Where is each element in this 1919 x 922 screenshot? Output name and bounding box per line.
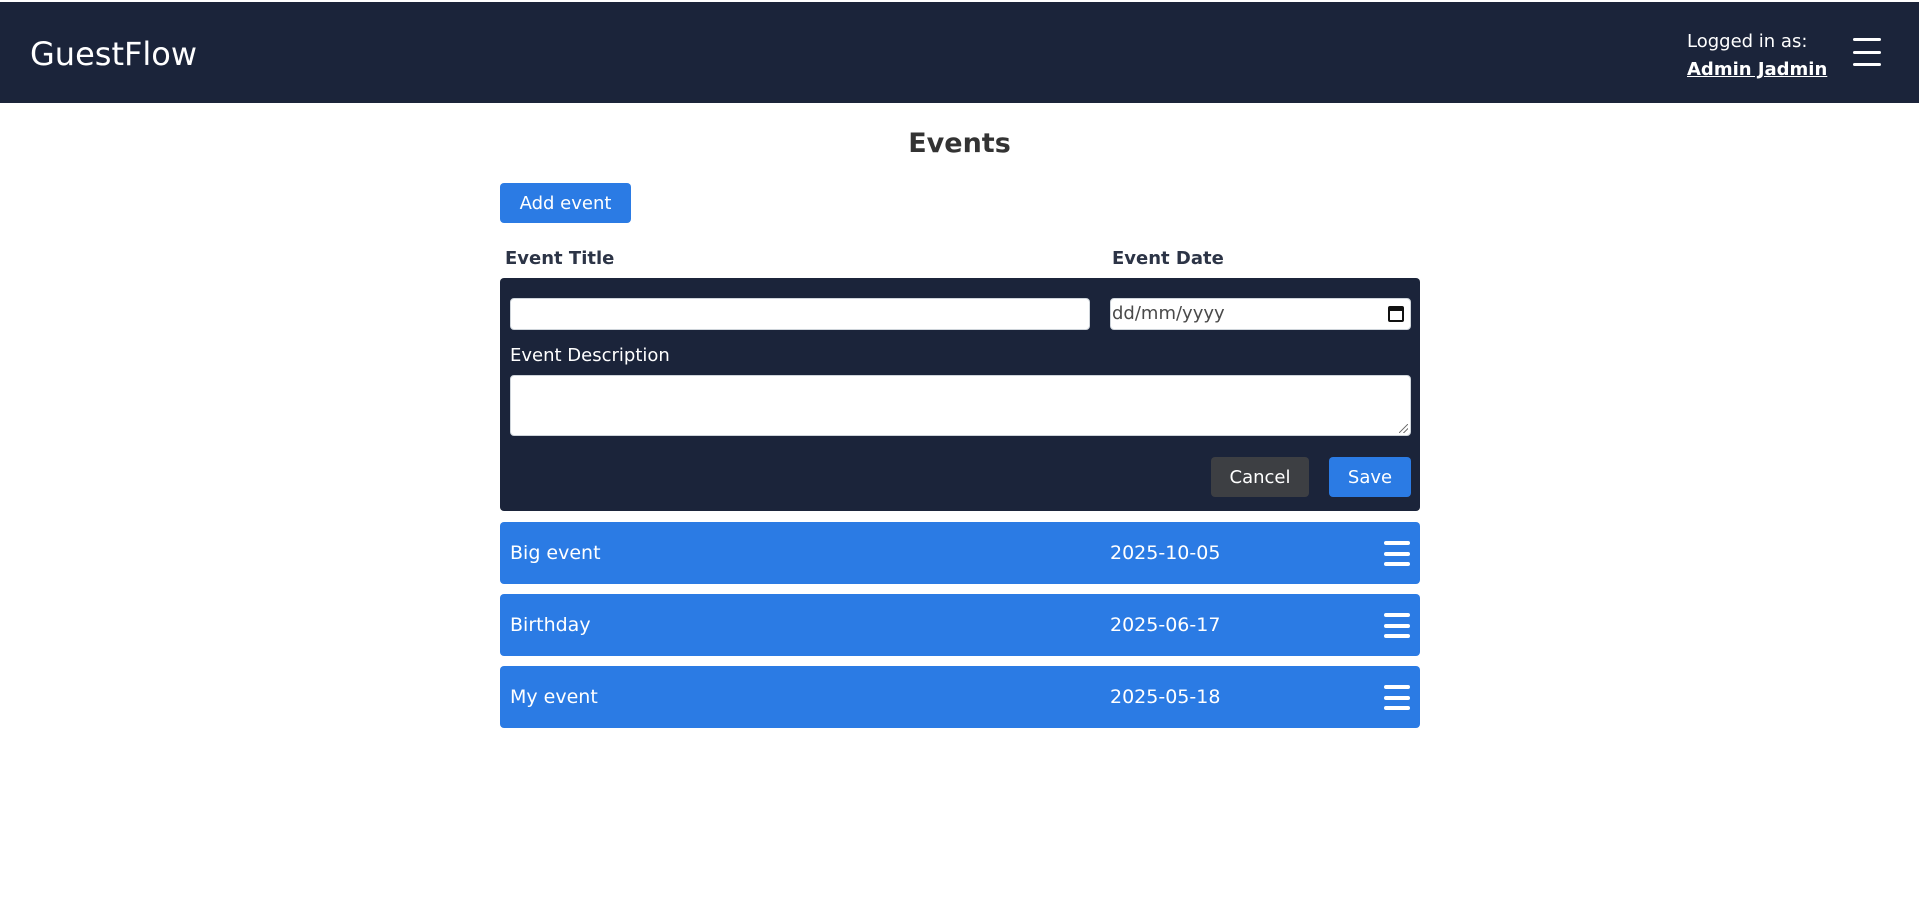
calendar-icon[interactable] [1388,306,1404,322]
top-navbar: GuestFlow Logged in as: Admin Jadmin [0,2,1919,103]
event-title: My event [510,686,598,708]
event-date-input[interactable]: dd/mm/yyyy [1110,298,1411,330]
cancel-button[interactable]: Cancel [1211,457,1309,497]
event-row[interactable]: Big event 2025-10-05 [500,522,1420,584]
hamburger-menu-icon[interactable] [1384,613,1410,638]
event-title: Big event [510,542,601,564]
add-event-button[interactable]: Add event [500,183,631,223]
hamburger-menu-icon[interactable] [1853,38,1881,66]
event-date-label: Event Date [1112,248,1224,269]
user-info: Logged in as: Admin Jadmin [1687,28,1827,84]
app-brand[interactable]: GuestFlow [30,34,197,74]
event-form: dd/mm/yyyy Event Description Cancel Save [500,278,1420,511]
event-description-label: Event Description [510,345,670,366]
event-row[interactable]: Birthday 2025-06-17 [500,594,1420,656]
event-title-input[interactable] [510,298,1090,330]
event-description-input[interactable] [510,375,1411,436]
save-button[interactable]: Save [1329,457,1411,497]
user-name-link[interactable]: Admin Jadmin [1687,56,1827,84]
event-row[interactable]: My event 2025-05-18 [500,666,1420,728]
page-title: Events [908,128,1011,159]
event-date: 2025-10-05 [1110,542,1221,564]
hamburger-menu-icon[interactable] [1384,541,1410,566]
logged-in-label: Logged in as: [1687,31,1808,52]
resize-grip-icon[interactable] [1399,424,1408,433]
event-title: Birthday [510,614,591,636]
event-date: 2025-05-18 [1110,686,1221,708]
hamburger-menu-icon[interactable] [1384,685,1410,710]
event-title-label: Event Title [505,248,615,269]
event-date: 2025-06-17 [1110,614,1221,636]
date-placeholder: dd/mm/yyyy [1112,303,1225,324]
